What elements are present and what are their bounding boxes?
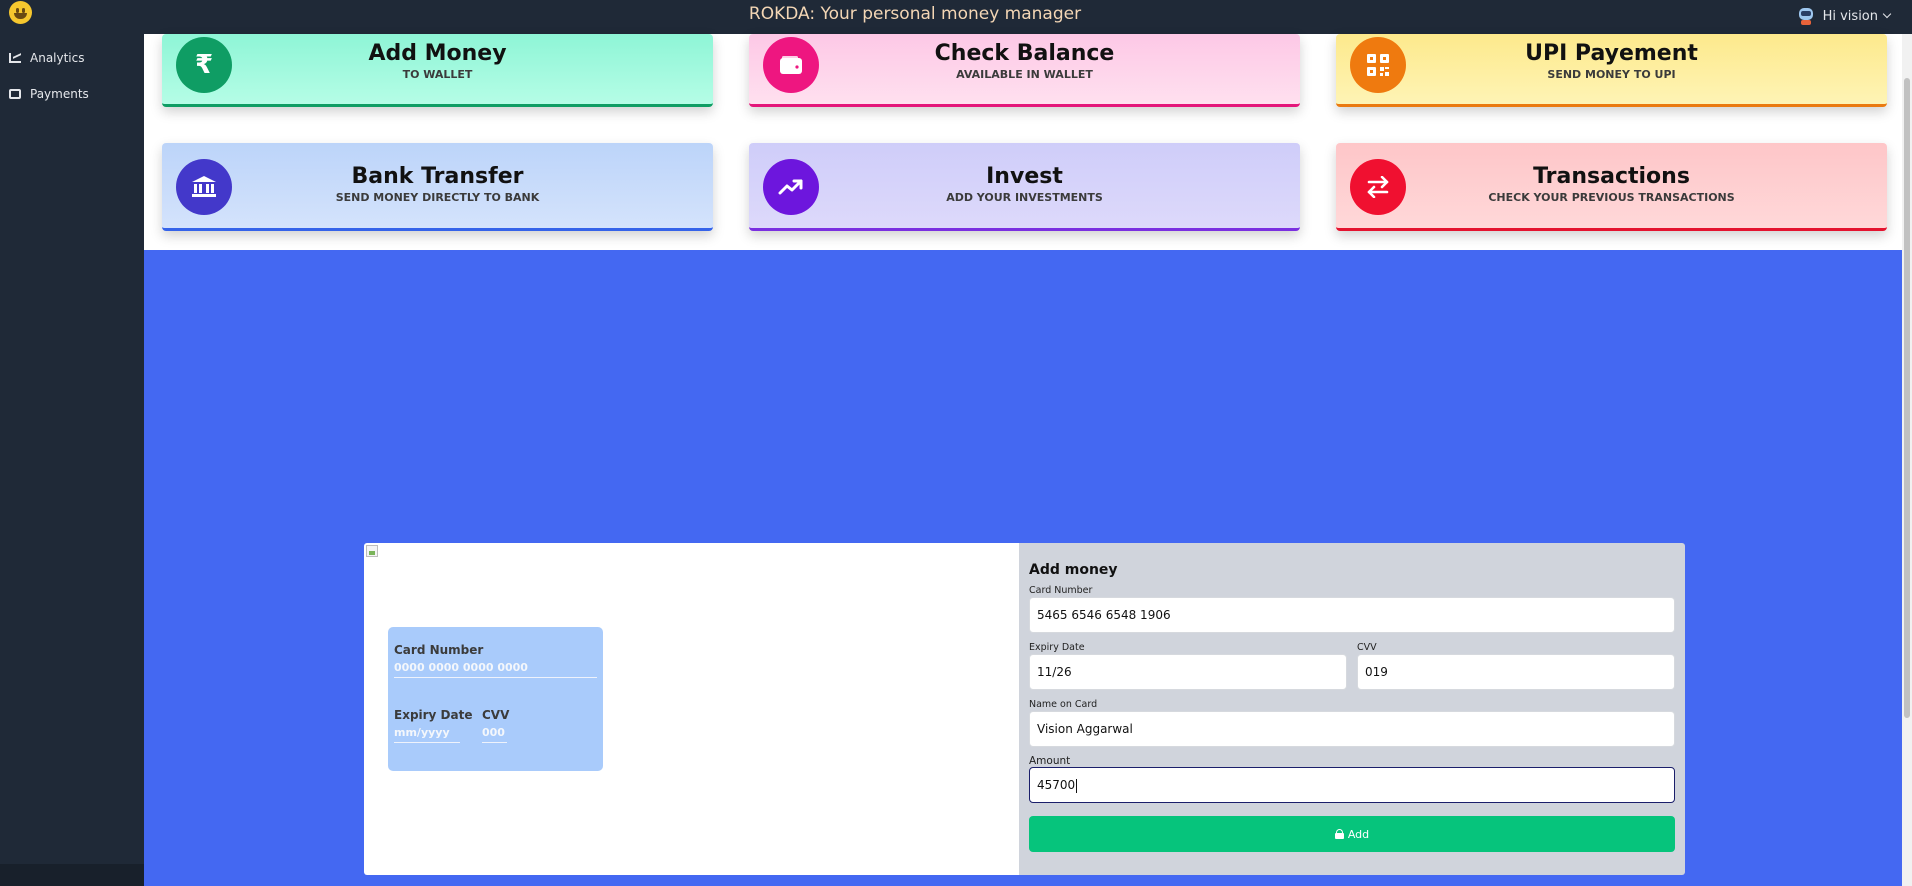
robot-avatar-icon [1797, 7, 1815, 25]
expiry-date-label: Expiry Date [1029, 642, 1085, 653]
preview-cvv: 000 [482, 726, 507, 743]
lock-icon [1334, 829, 1344, 839]
card-number-label: Card Number [1029, 585, 1093, 596]
preview-card-number: 0000 0000 0000 0000 [394, 661, 597, 678]
sidebar: Analytics Payments [0, 34, 144, 886]
user-greeting: Hi vision [1822, 8, 1878, 24]
card-subtitle: CHECK YOUR PREVIOUS TRANSACTIONS [1488, 191, 1735, 204]
amount-input[interactable]: 45700 [1029, 767, 1675, 803]
cvv-label: CVV [1357, 642, 1377, 653]
card-subtitle: SEND MONEY TO UPI [1547, 68, 1676, 81]
card-number-input[interactable]: 5465 6546 6548 1906 [1029, 597, 1675, 633]
add-money-panel: Card Number 0000 0000 0000 0000 Expiry D… [364, 543, 1685, 875]
chevron-down-icon [1882, 9, 1892, 19]
name-on-card-input[interactable]: Vision Aggarwal [1029, 711, 1675, 747]
card-title: Check Balance [934, 41, 1115, 66]
card-title: Bank Transfer [351, 164, 524, 189]
preview-expiry-label: Expiry Date [394, 708, 473, 722]
app-title: ROKDA: Your personal money manager [748, 4, 1082, 24]
card-subtitle: TO WALLET [402, 68, 473, 81]
cvv-input[interactable]: 019 [1357, 654, 1675, 690]
preview-cvv-label: CVV [482, 708, 510, 722]
upi-payment-card[interactable]: UPI Payement SEND MONEY TO UPI [1336, 34, 1887, 107]
card-preview: Card Number 0000 0000 0000 0000 Expiry D… [388, 627, 603, 771]
preview-expiry: mm/yyyy [394, 726, 460, 743]
card-preview-area: Card Number 0000 0000 0000 0000 Expiry D… [364, 543, 1019, 875]
transactions-card[interactable]: Transactions CHECK YOUR PREVIOUS TRANSAC… [1336, 143, 1887, 231]
chart-icon [9, 53, 21, 63]
sidebar-item-analytics[interactable]: Analytics [9, 51, 85, 65]
preview-card-number-label: Card Number [394, 643, 484, 657]
scrollbar-thumb[interactable] [1904, 78, 1910, 718]
amount-value: 45700 [1037, 778, 1076, 792]
add-button-label: Add [1347, 827, 1370, 841]
card-title: Transactions [1533, 164, 1690, 189]
card-title: UPI Payement [1525, 41, 1698, 66]
sidebar-footer [0, 864, 144, 886]
add-button[interactable]: Add [1029, 816, 1675, 852]
card-subtitle: AVAILABLE IN WALLET [956, 68, 1093, 81]
sidebar-item-label: Analytics [30, 51, 85, 65]
add-money-form: Add money Card Number 5465 6546 6548 190… [1019, 543, 1685, 875]
bank-transfer-card[interactable]: Bank Transfer SEND MONEY DIRECTLY TO BAN… [162, 143, 713, 231]
form-title: Add money [1029, 562, 1118, 578]
wallet-icon [9, 89, 21, 99]
add-money-card[interactable]: ₹ Add Money TO WALLET [162, 34, 713, 107]
card-subtitle: SEND MONEY DIRECTLY TO BANK [335, 191, 540, 204]
card-subtitle: ADD YOUR INVESTMENTS [946, 191, 1103, 204]
expiry-date-input[interactable]: 11/26 [1029, 654, 1347, 690]
sidebar-item-payments[interactable]: Payments [9, 87, 89, 101]
sidebar-item-label: Payments [30, 87, 89, 101]
amount-label: Amount [1029, 755, 1071, 767]
top-navbar: ROKDA: Your personal money manager Hi vi… [0, 0, 1912, 34]
user-menu-dropdown[interactable]: Hi vision [1797, 7, 1892, 25]
name-on-card-label: Name on Card [1029, 699, 1098, 710]
broken-image-icon [366, 545, 378, 557]
card-title: Add Money [368, 41, 507, 66]
text-caret [1076, 778, 1078, 793]
card-title: Invest [986, 164, 1063, 189]
check-balance-card[interactable]: Check Balance AVAILABLE IN WALLET [749, 34, 1300, 107]
invest-card[interactable]: Invest ADD YOUR INVESTMENTS [749, 143, 1300, 231]
page-scrollbar[interactable] [1902, 34, 1912, 886]
